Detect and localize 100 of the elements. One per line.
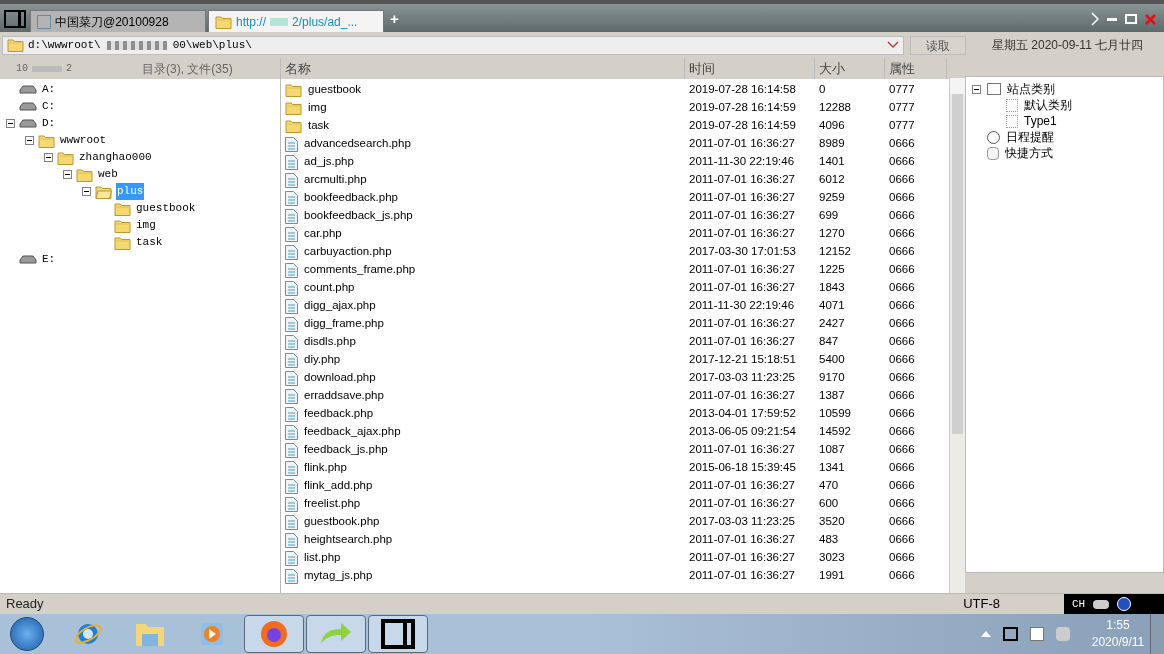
chevron-right-icon[interactable] <box>1091 12 1099 26</box>
tree-item[interactable]: Type1 <box>1024 112 1057 130</box>
collapse-toggle[interactable] <box>82 187 91 196</box>
help-icon <box>1117 597 1132 611</box>
file-name[interactable]: arcmulti.php <box>304 171 367 189</box>
tree-item[interactable]: A: <box>41 81 57 98</box>
chevron-down-icon[interactable] <box>887 41 899 49</box>
panel-icon[interactable] <box>1003 627 1018 641</box>
file-name[interactable]: task <box>308 117 330 135</box>
file-name[interactable]: digg_frame.php <box>304 315 384 333</box>
tree-item[interactable]: E: <box>41 251 57 268</box>
collapse-toggle[interactable] <box>44 153 53 162</box>
file-name[interactable]: bookfeedback.php <box>304 189 398 207</box>
table-cell-text: 1401 <box>818 154 846 170</box>
table-cell-text: 0777 <box>888 118 916 134</box>
file-name[interactable]: advancedsearch.php <box>304 135 411 153</box>
tray-up-icon[interactable] <box>981 631 991 637</box>
start-button[interactable] <box>10 617 44 651</box>
table-cell-text: 0666 <box>888 532 916 548</box>
file-name[interactable]: disdls.php <box>304 333 356 351</box>
file-name[interactable]: freelist.php <box>304 495 361 513</box>
table-cell-text: 8989 <box>818 136 846 152</box>
language-label[interactable]: CH <box>1072 595 1086 613</box>
table-cell-text: 0666 <box>888 442 916 458</box>
file-name[interactable]: guestbook <box>308 81 362 99</box>
tree-item[interactable]: guestbook <box>135 200 197 217</box>
taskbar-button[interactable] <box>368 615 428 653</box>
file-name[interactable]: feedback.php <box>304 405 374 423</box>
file-name[interactable]: car.php <box>304 225 342 243</box>
tree-item[interactable]: img <box>135 217 157 234</box>
collapse-toggle[interactable] <box>6 119 15 128</box>
new-tab-button[interactable]: + <box>386 7 403 30</box>
tree-item[interactable]: 默认类别 <box>1024 96 1072 114</box>
table-cell-text: 2011-07-01 16:36:27 <box>688 316 796 332</box>
restore-button[interactable] <box>1125 14 1137 24</box>
file-name[interactable]: flink.php <box>304 459 347 477</box>
table-cell-text: 2019-07-28 16:14:58 <box>688 82 797 98</box>
table-cell-text: 2011-07-01 16:36:27 <box>688 568 796 584</box>
table-cell-text: 9259 <box>818 190 846 206</box>
folder-icon <box>76 167 93 182</box>
folder-icon <box>285 83 302 97</box>
table-cell-text: 2017-03-30 17:01:53 <box>688 244 797 260</box>
tree-item[interactable]: 快捷方式 <box>1005 144 1053 162</box>
file-name[interactable]: count.php <box>304 279 355 297</box>
folder-icon <box>285 101 302 115</box>
file-name[interactable]: mytag_js.php <box>304 567 373 585</box>
language-bar[interactable]: CH <box>1064 593 1164 615</box>
table-cell-text: 0666 <box>888 388 916 404</box>
file-name[interactable]: feedback_js.php <box>304 441 388 459</box>
table-cell-text: 2017-12-21 15:18:51 <box>688 352 797 368</box>
table-cell-text: 1225 <box>818 262 846 278</box>
page-icon <box>1006 98 1018 112</box>
table-cell-text: 0666 <box>888 424 916 440</box>
file-name[interactable]: list.php <box>304 549 341 567</box>
file-name[interactable]: comments_frame.php <box>304 261 416 279</box>
folder-icon <box>285 119 302 133</box>
folder-icon <box>7 38 24 52</box>
tab-label: http:// <box>236 13 267 31</box>
path-text: 00\web\plus\ <box>172 37 252 53</box>
file-name[interactable]: heightsearch.php <box>304 531 393 549</box>
table-cell-text: 0666 <box>888 172 916 188</box>
tree-item[interactable]: C: <box>41 98 57 115</box>
collapse-toggle[interactable] <box>63 170 72 179</box>
file-name[interactable]: diy.php <box>304 351 341 369</box>
scrollbar[interactable] <box>949 78 965 593</box>
tree-item[interactable]: wwwroot <box>59 132 108 149</box>
tab[interactable]: http:// 2/plus/ad_... <box>208 10 384 32</box>
table-cell-text: 0666 <box>888 406 916 422</box>
tab[interactable]: 中国菜刀@20100928 <box>30 10 206 32</box>
panel-icon[interactable] <box>4 10 26 28</box>
file-name[interactable]: img <box>308 99 327 117</box>
tree-item[interactable]: 日程提醒 <box>1006 128 1054 146</box>
file-name[interactable]: ad_js.php <box>304 153 354 171</box>
read-button[interactable]: 读取 <box>910 35 966 55</box>
tree-item[interactable]: web <box>97 166 119 183</box>
table-cell-text: 0666 <box>888 370 916 386</box>
file-name[interactable]: erraddsave.php <box>304 387 384 405</box>
tree-item[interactable]: task <box>135 234 164 251</box>
table-cell-text: 12152 <box>818 244 852 260</box>
path-field[interactable]: d:\wwwroot\ 00\web\plus\ <box>2 35 904 55</box>
file-name[interactable]: download.php <box>304 369 376 387</box>
table-cell-text: 6012 <box>818 172 846 188</box>
file-name[interactable]: feedback_ajax.php <box>304 423 401 441</box>
table-cell-text: 0666 <box>888 352 916 368</box>
file-name[interactable]: guestbook.php <box>304 513 380 531</box>
tree-item[interactable]: D: <box>41 115 57 132</box>
table-cell-text: 0 <box>818 82 827 98</box>
table-cell-text: 9170 <box>818 370 846 386</box>
tree-item[interactable]: 站点类别 <box>1007 80 1055 98</box>
file-name[interactable]: bookfeedback_js.php <box>304 207 413 225</box>
file-name[interactable]: flink_add.php <box>304 477 373 495</box>
file-name[interactable]: carbuyaction.php <box>304 243 392 261</box>
tree-item[interactable]: zhanghao000 <box>78 149 153 166</box>
table-cell-text: 2017-03-03 11:23:25 <box>688 370 796 386</box>
collapse-toggle[interactable] <box>25 136 34 145</box>
clock-icon <box>987 130 1000 144</box>
collapse-toggle[interactable] <box>972 84 981 94</box>
file-name[interactable]: digg_ajax.php <box>304 297 376 315</box>
minimize-button[interactable] <box>1107 17 1117 21</box>
file-icon <box>285 424 298 440</box>
